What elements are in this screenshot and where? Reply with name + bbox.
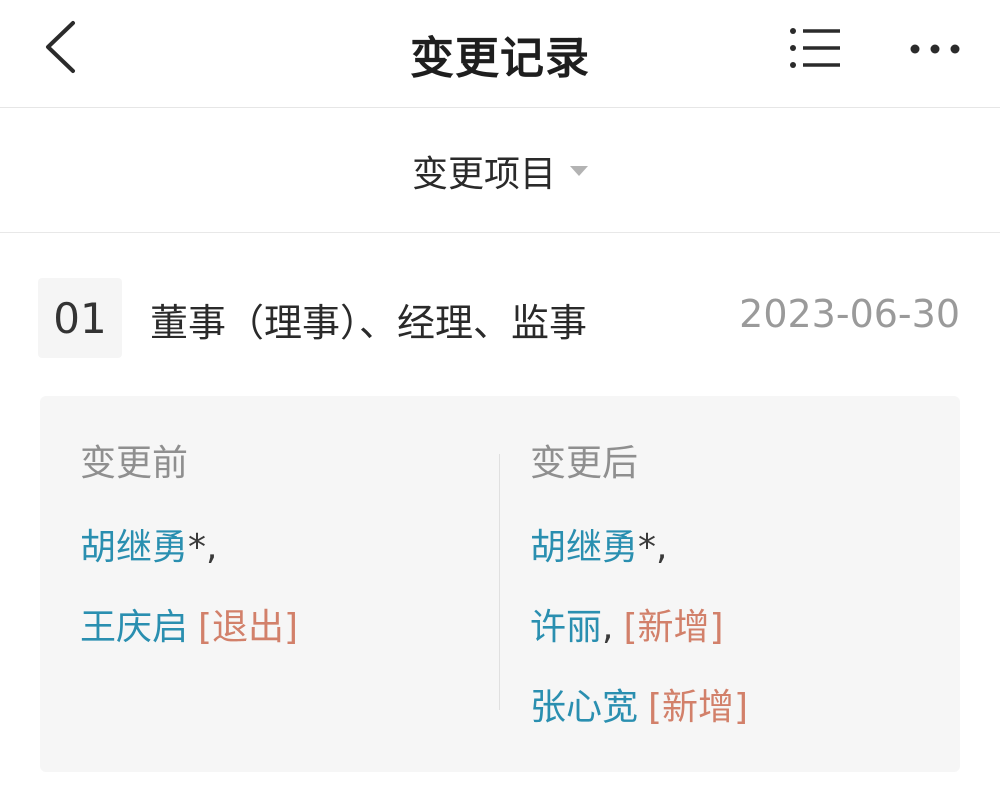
before-column: 变更前 胡继勇*, 王庆启 [退出] — [40, 396, 500, 772]
filter-label: 变更项目 — [411, 154, 556, 195]
change-detail-card: 变更前 胡继勇*, 王庆启 [退出] 变更后 胡继勇*, 许丽, [新增] 张心宽[… — [40, 396, 960, 772]
record-index: 01 — [38, 278, 122, 358]
person-suffix: *, — [638, 527, 668, 568]
person-suffix: *, — [188, 527, 218, 568]
after-person-entry: 胡继勇*, — [530, 518, 667, 570]
before-title: 变更前 — [80, 443, 189, 484]
list-view-button[interactable] — [782, 22, 848, 78]
record-header: 01 董事（理事）、经理、监事 2023-06-30 — [0, 234, 1000, 384]
person-name-link[interactable]: 许丽 — [530, 607, 602, 648]
more-horizontal-icon — [908, 41, 962, 60]
person-name-link[interactable]: 胡继勇 — [80, 527, 188, 568]
after-title: 变更后 — [530, 443, 639, 484]
caret-down-icon — [570, 166, 588, 176]
page-title: 变更记录 — [410, 33, 590, 84]
status-tag-new: [新增] — [623, 607, 724, 648]
change-item-filter-dropdown[interactable]: 变更项目 — [0, 145, 1000, 197]
navigation-bar: 变更记录 — [0, 0, 1000, 108]
column-divider — [499, 454, 500, 710]
status-tag-new: [新增] — [648, 687, 749, 728]
record-change-item: 董事（理事）、经理、监事 — [150, 301, 588, 345]
after-column: 变更后 胡继勇*, 许丽, [新增] 张心宽 [新增] — [510, 396, 960, 772]
after-person-entry: 许丽, [新增] — [530, 598, 724, 650]
person-name-link[interactable]: 胡继勇 — [530, 527, 638, 568]
record-date: 2023-06-30 — [739, 292, 960, 336]
list-icon — [788, 25, 842, 75]
person-name-link[interactable]: 王庆启 — [80, 607, 188, 648]
after-person-entry: 张心宽 [新增] — [530, 678, 748, 730]
person-name-link[interactable]: 张心宽 — [530, 687, 638, 728]
before-person-entry: 王庆启 [退出] — [80, 598, 298, 650]
person-suffix: , — [602, 607, 614, 648]
before-person-entry: 胡继勇*, — [80, 518, 217, 570]
filter-bar: 变更项目 — [0, 109, 1000, 233]
more-options-button[interactable] — [900, 22, 970, 78]
status-tag-exit: [退出] — [198, 607, 299, 648]
